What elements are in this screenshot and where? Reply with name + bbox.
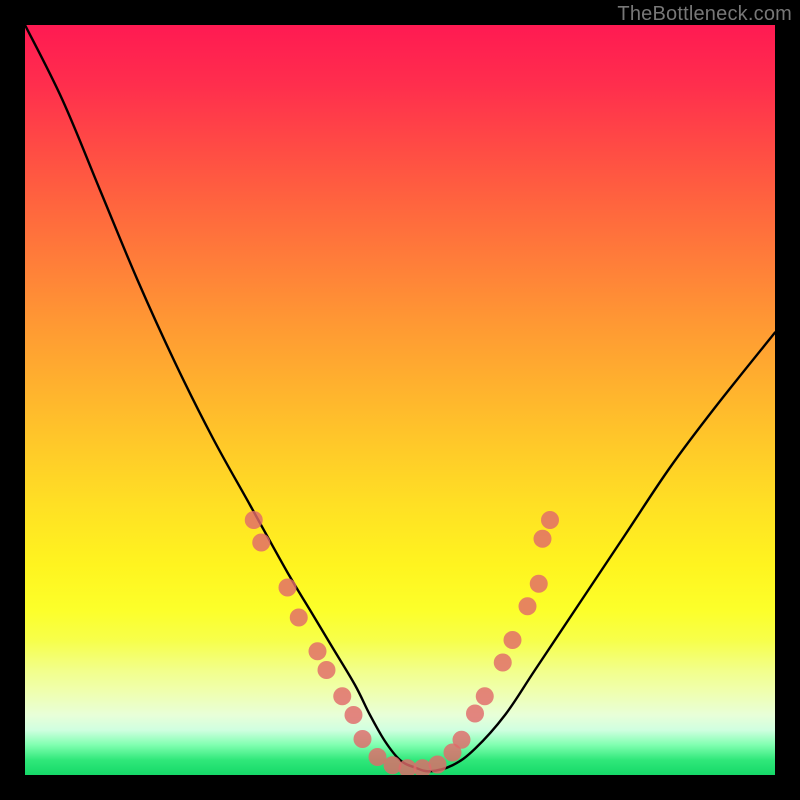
- watermark-text: TheBottleneck.com: [617, 3, 792, 26]
- bottleneck-curve: [25, 25, 775, 771]
- marker-dot: [453, 731, 471, 749]
- marker-dot: [541, 511, 559, 529]
- marker-dot: [429, 756, 447, 774]
- marker-dot: [345, 706, 363, 724]
- marker-dot: [534, 530, 552, 548]
- marker-dot: [466, 705, 484, 723]
- marker-dot: [290, 609, 308, 627]
- chart-frame: TheBottleneck.com: [0, 0, 800, 800]
- marker-dot: [530, 575, 548, 593]
- marker-dot: [504, 631, 522, 649]
- marker-dot: [279, 579, 297, 597]
- marker-dot: [354, 730, 372, 748]
- plot-area: [25, 25, 775, 775]
- marker-dot: [318, 661, 336, 679]
- marker-dot: [384, 756, 402, 774]
- bottleneck-curve-svg: [25, 25, 775, 775]
- marker-dot: [333, 687, 351, 705]
- marker-dot: [519, 597, 537, 615]
- marker-layer: [245, 511, 559, 775]
- marker-dot: [414, 759, 432, 775]
- curve-layer: [25, 25, 775, 771]
- marker-dot: [252, 534, 270, 552]
- marker-dot: [309, 642, 327, 660]
- marker-dot: [245, 511, 263, 529]
- marker-dot: [476, 687, 494, 705]
- marker-dot: [494, 654, 512, 672]
